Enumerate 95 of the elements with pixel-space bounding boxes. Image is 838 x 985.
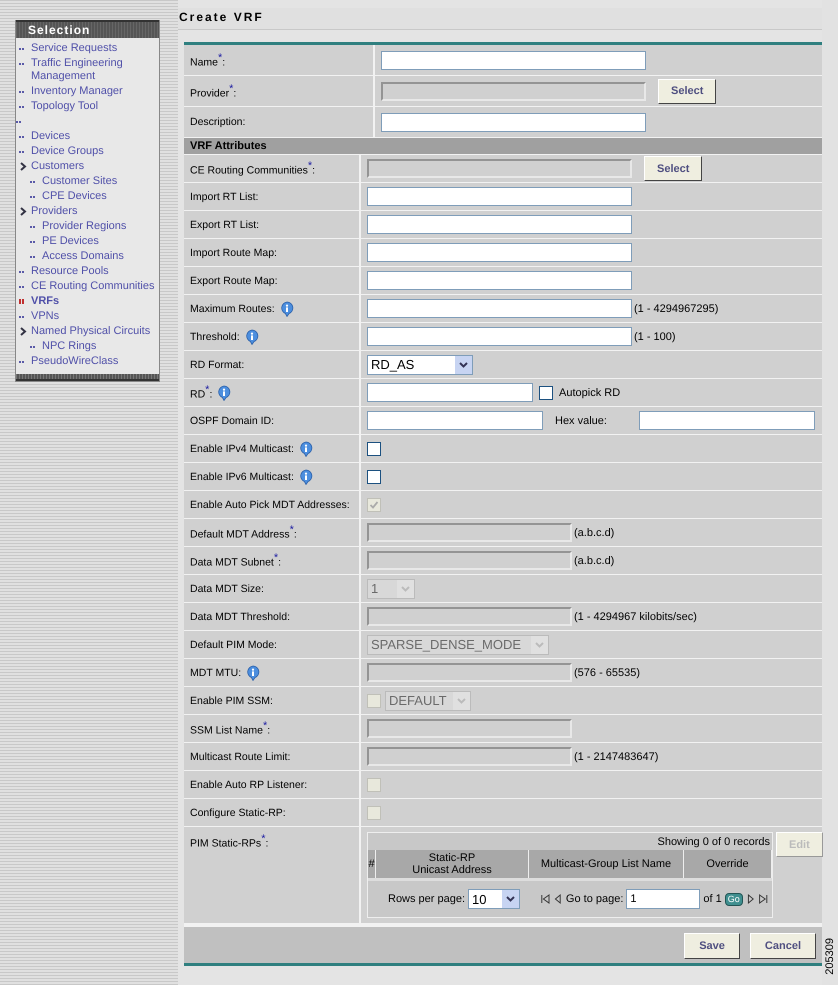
dropdown[interactable]: RD_AS [367, 354, 473, 374]
caret-icon[interactable] [506, 896, 516, 902]
input-field[interactable] [381, 50, 646, 70]
range-hint: (1 - 100) [634, 330, 676, 342]
range-hint: (a.b.c.d) [574, 526, 614, 538]
nav-link[interactable]: CE Routing Communities [31, 280, 154, 293]
range-hint: (1 - 2147483647) [574, 750, 658, 762]
info-icon[interactable] [216, 384, 232, 400]
checkbox[interactable] [367, 442, 381, 456]
caret-icon[interactable] [459, 362, 468, 368]
figure-number: 205309 [824, 938, 836, 975]
column-header: Multicast-Group List Name [529, 850, 684, 878]
range-hint: (1 - 4294967 kilobits/sec) [574, 610, 697, 622]
info-icon[interactable] [244, 328, 260, 344]
nav-link[interactable]: Devices [31, 130, 70, 143]
section-header: VRF Attributes [184, 138, 822, 155]
range-hint: (1 - 4294967295) [634, 302, 718, 314]
record-count: Showing 0 of 0 records [656, 835, 771, 850]
input-field[interactable] [638, 411, 815, 430]
info-icon[interactable] [298, 468, 314, 484]
range-hint: (a.b.c.d) [574, 554, 614, 566]
go-button[interactable]: Go [724, 892, 743, 906]
nav-link[interactable]: VRFs [31, 295, 60, 308]
nav-link[interactable]: Named Physical Circuits [31, 325, 150, 338]
checkbox[interactable] [539, 386, 553, 400]
column-header: Override [684, 850, 772, 878]
field-label: RD Format: [190, 358, 244, 370]
field-label: Enable Auto RP Listener: [190, 778, 308, 790]
nav-link[interactable]: CPE Devices [42, 190, 107, 203]
field-label: Multicast Route Limit: [190, 750, 290, 762]
chevron-icon[interactable] [19, 325, 27, 338]
nav-link[interactable]: Providers [31, 205, 78, 218]
nav-link[interactable]: Service Requests [31, 42, 118, 55]
field-label: OSPF Domain ID: [190, 414, 274, 426]
page-field[interactable]: 1 [626, 889, 700, 909]
nav-link[interactable]: PseudoWireClass [31, 355, 118, 368]
field-label: Data MDT Threshold: [190, 610, 290, 622]
input-field[interactable] [367, 383, 533, 402]
sidebar-title: Selection [16, 20, 159, 38]
form-button[interactable]: Save [684, 933, 740, 959]
first-page-icon[interactable] [540, 892, 550, 906]
previous-page-icon[interactable] [553, 892, 563, 906]
info-icon[interactable] [298, 440, 314, 456]
field-label: Description: [190, 116, 246, 128]
checkbox-label: Autopick RD [559, 386, 620, 398]
field-label: Export RT List: [190, 218, 260, 230]
field-label: Threshold: [190, 330, 240, 342]
input-field[interactable] [367, 299, 632, 318]
input-field[interactable] [367, 271, 632, 290]
form-button[interactable]: Cancel [750, 933, 816, 959]
input-field[interactable] [381, 112, 646, 132]
checkbox[interactable] [367, 470, 381, 484]
field-label: Enable IPv4 Multicast: [190, 442, 294, 454]
hex-label: Hex value: [555, 414, 607, 426]
page-count: of 1 [703, 893, 722, 905]
field-label: Export Route Map: [190, 274, 278, 286]
input-field[interactable] [367, 215, 632, 234]
page-title: Create VRF [178, 8, 822, 30]
next-page-icon[interactable] [746, 892, 756, 906]
range-hint: (576 - 65535) [574, 666, 640, 678]
dropdown[interactable]: 10 [468, 889, 520, 909]
nav-link[interactable]: PE Devices [42, 235, 99, 248]
nav-link[interactable]: Topology Tool [31, 100, 98, 113]
field-label: Enable IPv6 Multicast: [190, 470, 294, 482]
field-label: Default PIM Mode: [190, 638, 277, 650]
field-label: Enable PIM SSM: [190, 694, 273, 706]
info-icon[interactable] [278, 300, 295, 316]
input-field[interactable] [367, 187, 632, 206]
nav-link[interactable]: Access Domains [42, 250, 124, 263]
field-label: Data MDT Size: [190, 582, 264, 594]
field-label: Enable Auto Pick MDT Addresses: [190, 498, 350, 510]
go-to-page-label: Go to page: [566, 893, 624, 905]
input-field[interactable] [367, 327, 632, 346]
nav-link[interactable]: VPNs [31, 310, 60, 323]
nav-link[interactable]: Traffic Engineering Management [31, 57, 159, 83]
field-label: Configure Static-RP: [190, 806, 286, 818]
nav-link[interactable]: Device Groups [31, 145, 104, 158]
field-label: MDT MTU: [190, 666, 242, 678]
column-header: Static-RP Unicast Address [376, 850, 529, 878]
field-label: Import Route Map: [190, 246, 277, 258]
nav-link[interactable]: Resource Pools [31, 265, 109, 278]
nav-link[interactable]: Customer Sites [42, 175, 118, 188]
field-label: Import RT List: [190, 190, 258, 202]
nav-link[interactable]: Customers [31, 160, 84, 173]
column-header: # [368, 850, 376, 878]
chevron-icon[interactable] [19, 160, 27, 173]
chevron-icon[interactable] [19, 205, 27, 218]
nav-link[interactable]: Inventory Manager [31, 85, 123, 98]
nav-link[interactable]: Provider Regions [42, 220, 126, 233]
input-field[interactable] [367, 243, 632, 262]
field-label: Maximum Routes: [190, 302, 275, 314]
rows-per-page-label: Rows per page: [388, 893, 466, 905]
nav-link[interactable]: NPC Rings [42, 340, 96, 353]
last-page-icon[interactable] [758, 892, 768, 906]
input-field[interactable] [367, 411, 543, 430]
